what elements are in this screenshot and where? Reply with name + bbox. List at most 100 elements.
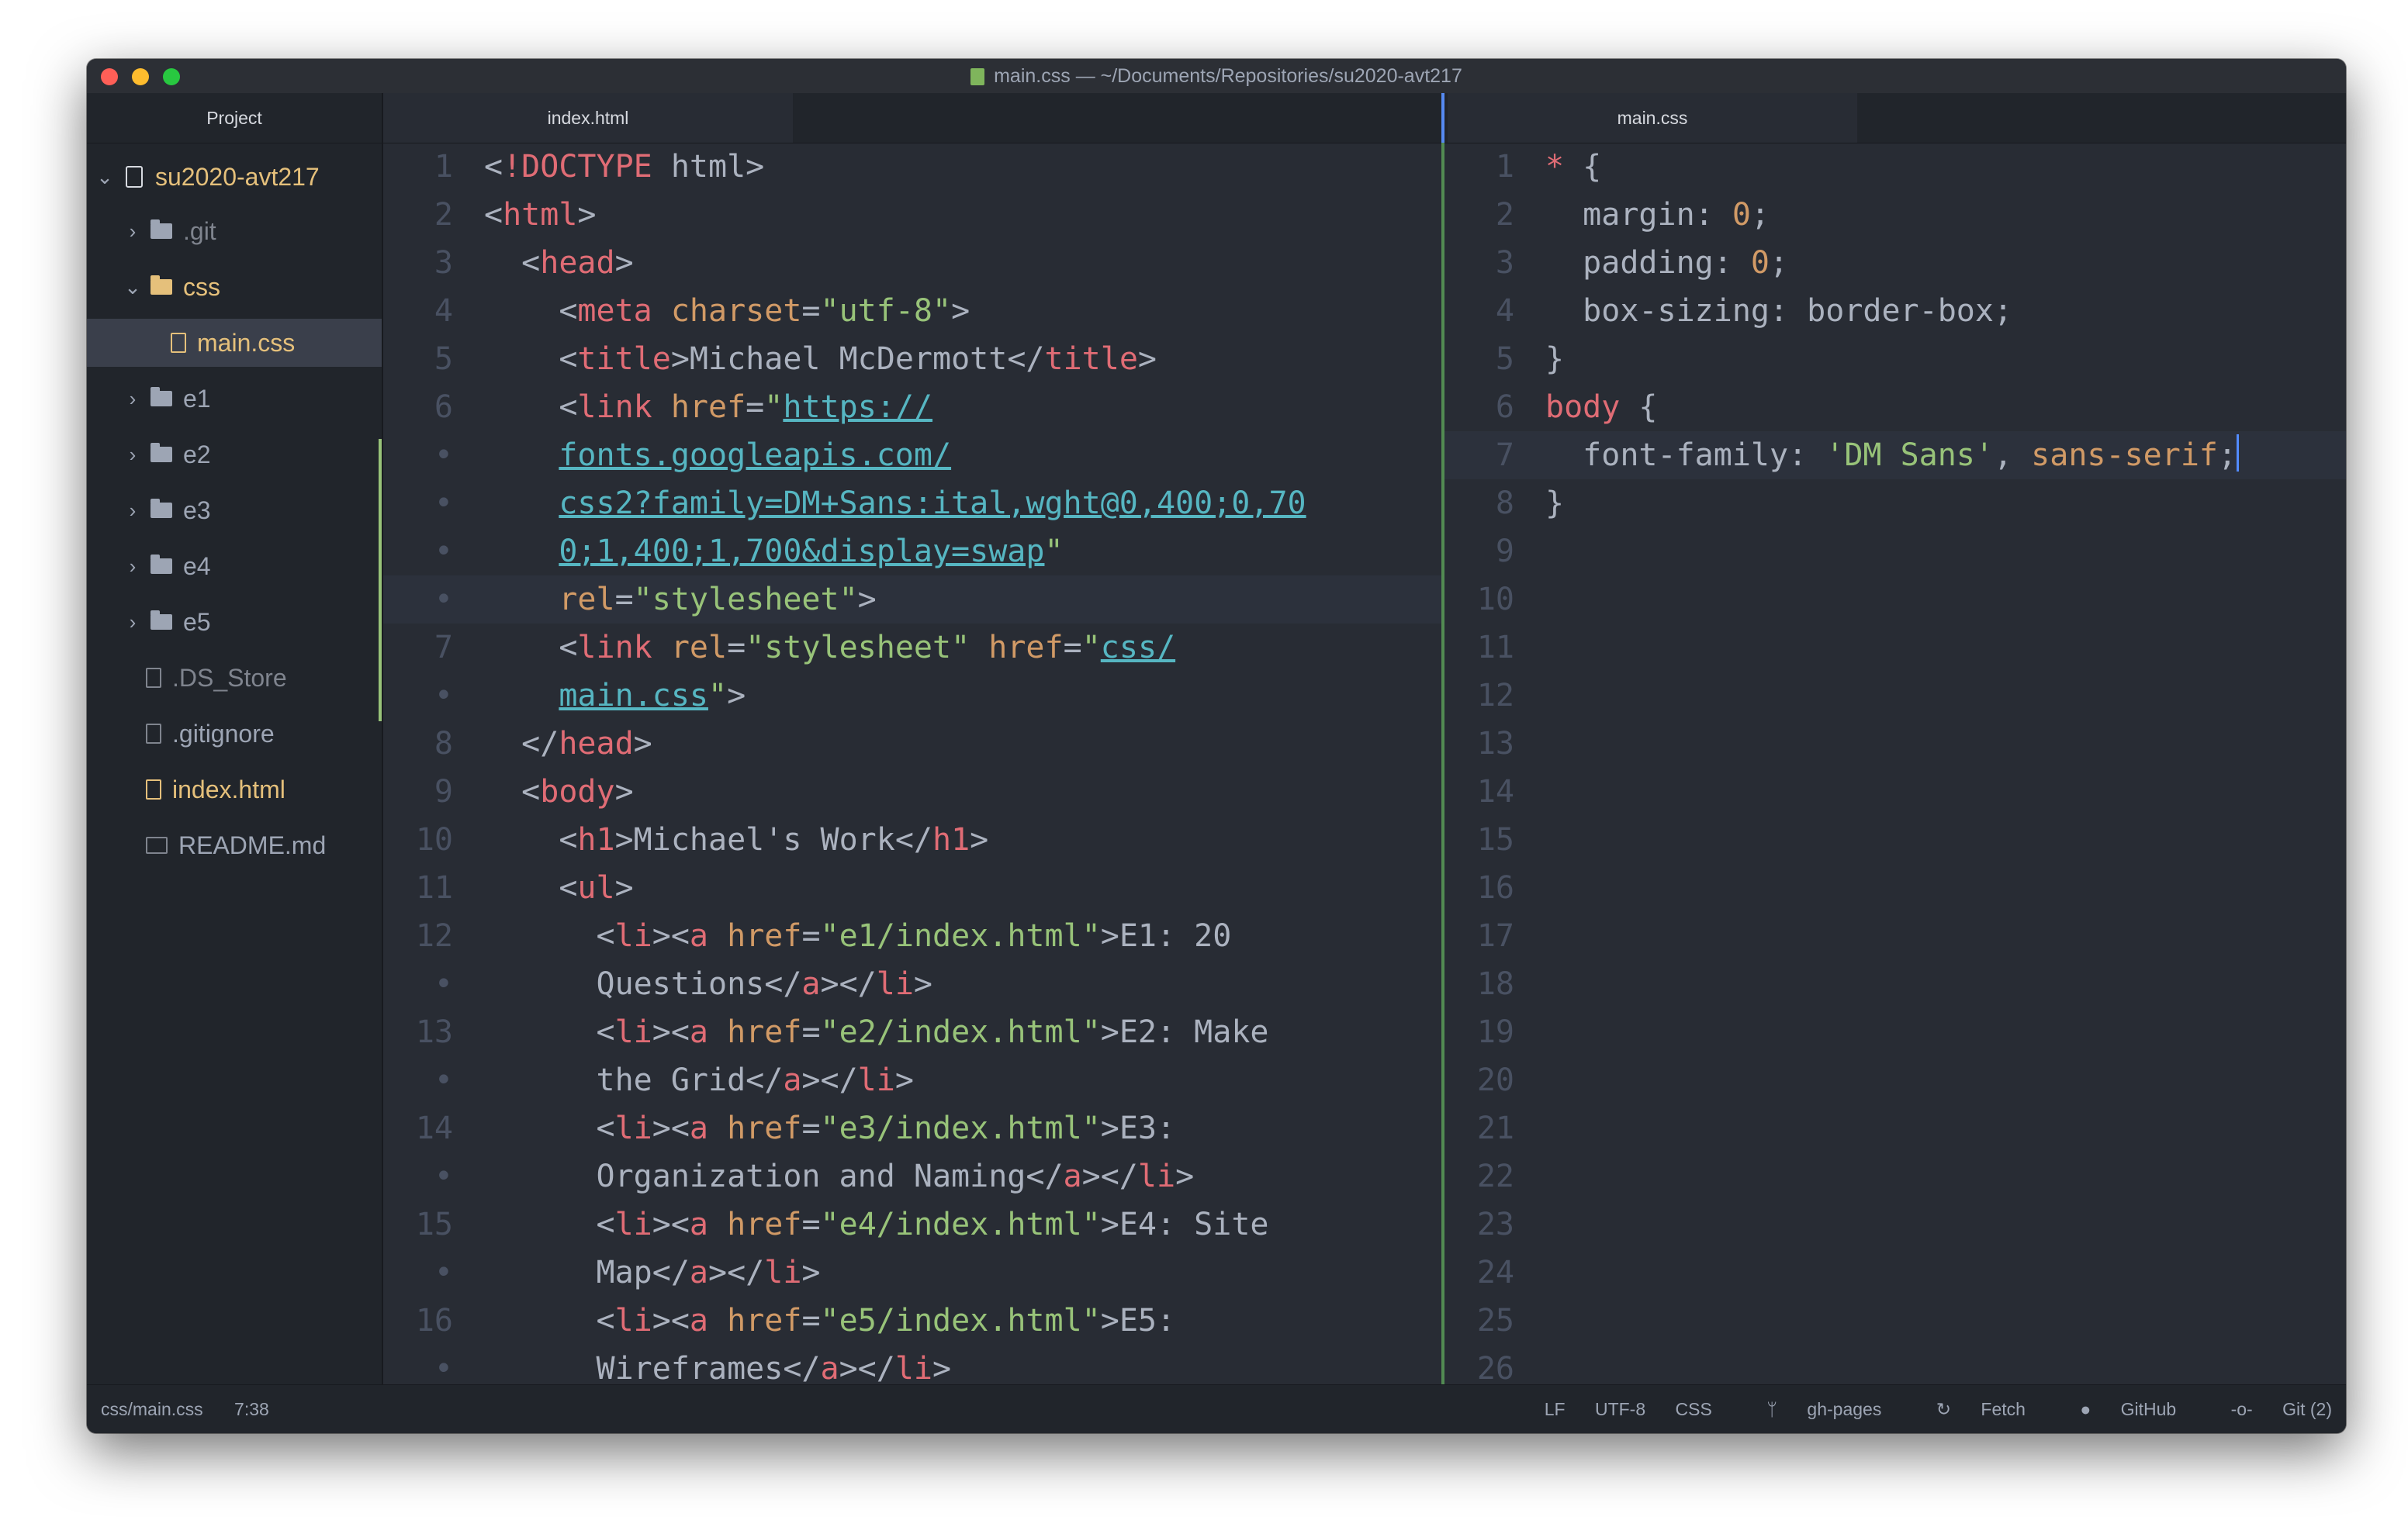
code-line[interactable]: 11 <ul> [383,864,1441,912]
code-line[interactable]: 6 body { [1444,383,2346,431]
tree-item-e1[interactable]: › e1 [87,375,382,423]
code-line[interactable]: 7 <link rel="stylesheet" href="css/ [383,624,1441,672]
code-line[interactable]: 3 <head> [383,239,1441,287]
code-text: <title>Michael McDermott</title> [484,341,1157,377]
code-editor-right[interactable]: 1 * {2 margin: 0; 3 padding: 0; 4 box-sizin… [1444,143,2346,1385]
code-line[interactable]: • Organization and Naming</a></li> [383,1152,1441,1201]
code-line[interactable]: 3 padding: 0; [1444,239,2346,287]
tree-item-ds-store[interactable]: .DS_Store [87,654,382,702]
code-line[interactable]: 13 <li><a href="e2/index.html">E2: Make [383,1008,1441,1056]
line-number: 12 [415,918,453,954]
code-line[interactable]: 12 [1444,672,2346,720]
code-line[interactable]: • Questions</a></li> [383,960,1441,1008]
code-line[interactable]: 18 [1444,960,2346,1008]
code-line[interactable]: • css2?family=DM+Sans:ital,wght@0,400;0,… [383,479,1441,527]
tree-item-gitignore[interactable]: .gitignore [87,710,382,758]
status-git[interactable]: -o- Git (2) [2206,1399,2332,1419]
code-line[interactable]: 9 [1444,527,2346,575]
tree-view: Project ⌄ su2020-avt217 › .git ⌄ css mai… [87,93,383,1385]
code-line[interactable]: 6 <link href="https:// [383,383,1441,431]
code-line[interactable]: • Map</a></li> [383,1249,1441,1297]
code-line[interactable]: 9 <body> [383,768,1441,816]
status-fetch[interactable]: ↻ Fetch [1912,1399,2026,1419]
status-encoding[interactable]: UTF-8 [1595,1399,1645,1419]
tree-root-folder[interactable]: ⌄ su2020-avt217 [87,153,382,201]
code-text: <h1>Michael's Work</h1> [484,822,989,858]
tree-item-e4[interactable]: › e4 [87,542,382,590]
tree-item-e3[interactable]: › e3 [87,486,382,534]
code-line[interactable]: 16 <li><a href="e5/index.html">E5: [383,1297,1441,1345]
code-line[interactable]: 8 </head> [383,720,1441,768]
code-line[interactable]: 11 [1444,624,2346,672]
status-file-path[interactable]: css/main.css [101,1399,203,1419]
tree-view-header[interactable]: Project [87,93,382,143]
code-line[interactable]: 20 [1444,1056,2346,1104]
code-line[interactable]: 5 <title>Michael McDermott</title> [383,335,1441,383]
code-line[interactable]: • 0;1,400;1,700&display=swap" [383,527,1441,575]
line-number: 9 [434,774,453,810]
code-line[interactable]: 10 <h1>Michael's Work</h1> [383,816,1441,864]
code-line[interactable]: 4 box-sizing: border-box; [1444,287,2346,335]
tab-main-css[interactable]: main.css [1448,93,1857,143]
code-line[interactable]: 1 * { [1444,143,2346,191]
line-number: • [434,485,453,521]
tree-item-git[interactable]: › .git [87,207,382,255]
code-text: <body> [484,774,634,810]
code-line[interactable]: • the Grid</a></li> [383,1056,1441,1104]
tree-item-css[interactable]: ⌄ css [87,263,382,311]
code-line[interactable]: 24 [1444,1249,2346,1297]
line-number: 17 [1476,918,1514,954]
status-branch[interactable]: ᛘ gh-pages [1742,1399,1881,1419]
tree-item-label: index.html [172,775,285,803]
code-line[interactable]: 4 <meta charset="utf-8"> [383,287,1441,335]
code-line[interactable]: 14 [1444,768,2346,816]
code-line[interactable]: 10 [1444,575,2346,624]
status-line-ending[interactable]: LF [1545,1399,1566,1419]
tree-item-label: .git [183,216,216,245]
code-line[interactable]: 5} [1444,335,2346,383]
code-line[interactable]: 19 [1444,1008,2346,1056]
code-line[interactable]: 26 [1444,1345,2346,1385]
code-line[interactable]: 14 <li><a href="e3/index.html">E3: [383,1104,1441,1152]
code-line[interactable]: 13 [1444,720,2346,768]
code-line[interactable]: 8} [1444,479,2346,527]
tree-item-e5[interactable]: › e5 [87,598,382,646]
code-line[interactable]: 2 <html> [383,191,1441,239]
status-bar: css/main.css 7:38 LF UTF-8 CSS ᛘ gh-page… [87,1384,2346,1433]
code-line[interactable]: 7 font-family: 'DM Sans', sans-serif; [1444,431,2346,479]
chevron-right-icon: › [129,554,137,578]
code-line[interactable]: 17 [1444,912,2346,960]
tab-index-html[interactable]: index.html [383,93,793,143]
code-line[interactable]: 15 <li><a href="e4/index.html">E4: Site [383,1201,1441,1249]
line-number: 24 [1476,1255,1514,1290]
tree-item-e2[interactable]: › e2 [87,430,382,479]
line-number: 4 [434,293,453,329]
status-grammar[interactable]: CSS [1676,1399,1712,1419]
code-line[interactable]: 23 [1444,1201,2346,1249]
code-editor-left[interactable]: 1 <!DOCTYPE html> 2 <html> 3 <head> 4 <meta c… [383,143,1441,1385]
code-line[interactable]: 25 [1444,1297,2346,1345]
code-line[interactable]: 21 [1444,1104,2346,1152]
code-line[interactable]: 12 <li><a href="e1/index.html">E1: 20 [383,912,1441,960]
tree-item-index-html[interactable]: index.html [87,765,382,814]
line-number: 4 [1495,293,1514,329]
status-cursor-position[interactable]: 7:38 [234,1399,269,1419]
code-line[interactable]: • Wireframes</a></li> [383,1345,1441,1385]
tree-item-readme[interactable]: README.md [87,821,382,869]
code-line[interactable]: 1 <!DOCTYPE html> [383,143,1441,191]
github-icon: ● [2080,1399,2096,1419]
code-text: * { [1545,149,1602,185]
code-line[interactable]: • fonts.googleapis.com/ [383,431,1441,479]
tree-item-main-css[interactable]: main.css [87,319,382,367]
code-line[interactable]: 2 margin: 0; [1444,191,2346,239]
code-line[interactable]: 15 [1444,816,2346,864]
code-line[interactable]: 22 [1444,1152,2346,1201]
code-line[interactable]: • main.css"> [383,672,1441,720]
line-number: • [434,1062,453,1098]
code-text: margin: 0; [1545,197,1770,233]
line-number: 7 [1495,437,1514,473]
code-line[interactable]: 16 [1444,864,2346,912]
code-line[interactable]: • rel="stylesheet"> [383,575,1441,624]
line-number: 3 [434,245,453,281]
status-github[interactable]: ● GitHub [2055,1399,2176,1419]
